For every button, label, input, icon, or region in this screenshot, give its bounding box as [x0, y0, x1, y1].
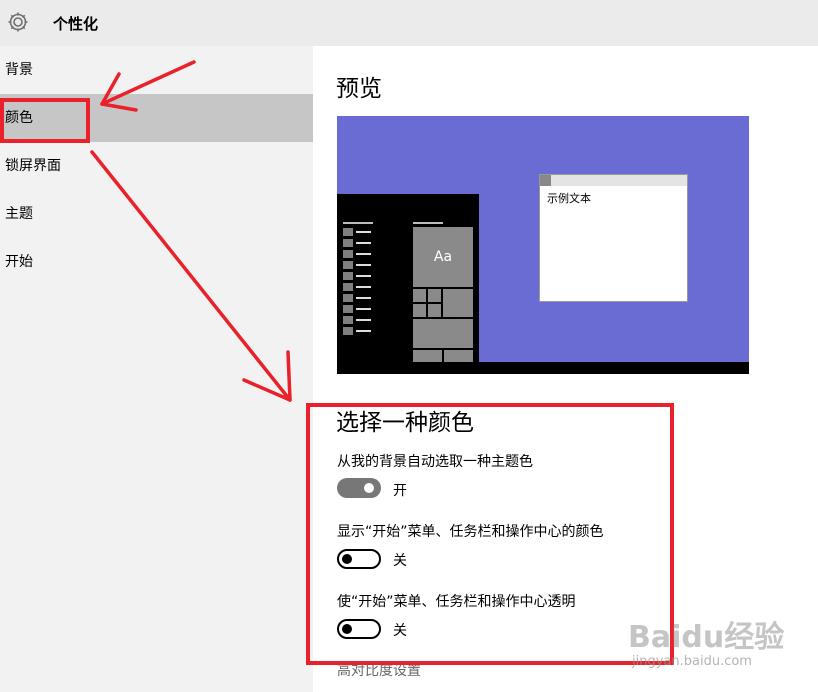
preview-app-icon	[343, 294, 353, 302]
main-content: 预览 Aa 示例文本 选择一种颜色 从我的背景自动选取一种主题色 开 显示“开始…	[313, 46, 818, 692]
preview-app-icon	[343, 250, 353, 258]
toggle-knob	[342, 554, 352, 564]
sidebar-item-colors[interactable]: 颜色	[0, 94, 313, 142]
preview-app-label	[356, 308, 371, 310]
color-preview: Aa 示例文本	[337, 116, 749, 374]
gear-icon	[8, 12, 28, 32]
preview-window: 示例文本	[539, 174, 688, 302]
preview-window-text: 示例文本	[547, 192, 591, 205]
preview-app-icon	[343, 316, 353, 324]
toggle-knob	[364, 483, 374, 493]
preview-tile	[413, 304, 426, 317]
title-bar: 个性化	[0, 0, 818, 46]
sidebar-item-themes[interactable]: 主题	[0, 190, 313, 238]
preview-app-icon	[343, 305, 353, 313]
preview-app-label	[356, 253, 371, 255]
show-color-toggle[interactable]	[337, 549, 381, 569]
preview-app-label	[356, 297, 371, 299]
show-color-label: 显示“开始”菜单、任务栏和操作中心的颜色	[337, 524, 604, 540]
preview-app-icon	[343, 239, 353, 247]
preview-tile	[444, 350, 473, 362]
transparency-label: 使“开始”菜单、任务栏和操作中心透明	[337, 594, 576, 610]
preview-app-label	[356, 286, 371, 288]
preview-app-label	[356, 231, 371, 233]
auto-accent-toggle[interactable]	[337, 478, 381, 498]
preview-tile-large: Aa	[413, 227, 473, 287]
preview-window-titlebar	[540, 175, 687, 186]
window-title: 个性化	[53, 15, 99, 33]
preview-app-icon	[343, 283, 353, 291]
preview-tile	[413, 289, 426, 302]
preview-app-icon	[343, 327, 353, 335]
preview-app-label	[356, 330, 371, 332]
preview-taskbar	[479, 362, 749, 374]
preview-window-icon	[540, 175, 551, 186]
preview-app-label	[356, 264, 371, 266]
preview-heading: 预览	[336, 76, 382, 102]
sidebar-item-lock-screen[interactable]: 锁屏界面	[0, 142, 313, 190]
preview-tile	[428, 304, 441, 317]
auto-accent-state: 开	[393, 483, 407, 499]
preview-tiles-header	[413, 222, 443, 224]
sidebar: 背景 颜色 锁屏界面 主题 开始	[0, 46, 313, 692]
toggle-knob	[342, 624, 352, 634]
preview-tile	[428, 289, 441, 302]
sidebar-item-start[interactable]: 开始	[0, 238, 313, 286]
preview-app-label	[356, 242, 371, 244]
preview-app-icon	[343, 228, 353, 236]
preview-menu-header	[343, 222, 373, 224]
preview-start-menu: Aa	[337, 194, 479, 374]
transparency-state: 关	[393, 623, 407, 639]
preview-app-icon	[343, 272, 353, 280]
preview-tile	[413, 319, 473, 348]
preview-tile	[413, 350, 442, 362]
auto-accent-label: 从我的背景自动选取一种主题色	[337, 454, 533, 470]
choose-color-heading: 选择一种颜色	[336, 410, 474, 436]
preview-app-icon	[343, 261, 353, 269]
preview-app-label	[356, 275, 371, 277]
preview-tile	[443, 289, 473, 317]
high-contrast-link[interactable]: 高对比度设置	[337, 660, 421, 680]
sidebar-item-background[interactable]: 背景	[0, 46, 313, 94]
show-color-state: 关	[393, 553, 407, 569]
transparency-toggle[interactable]	[337, 619, 381, 639]
preview-app-label	[356, 319, 371, 321]
